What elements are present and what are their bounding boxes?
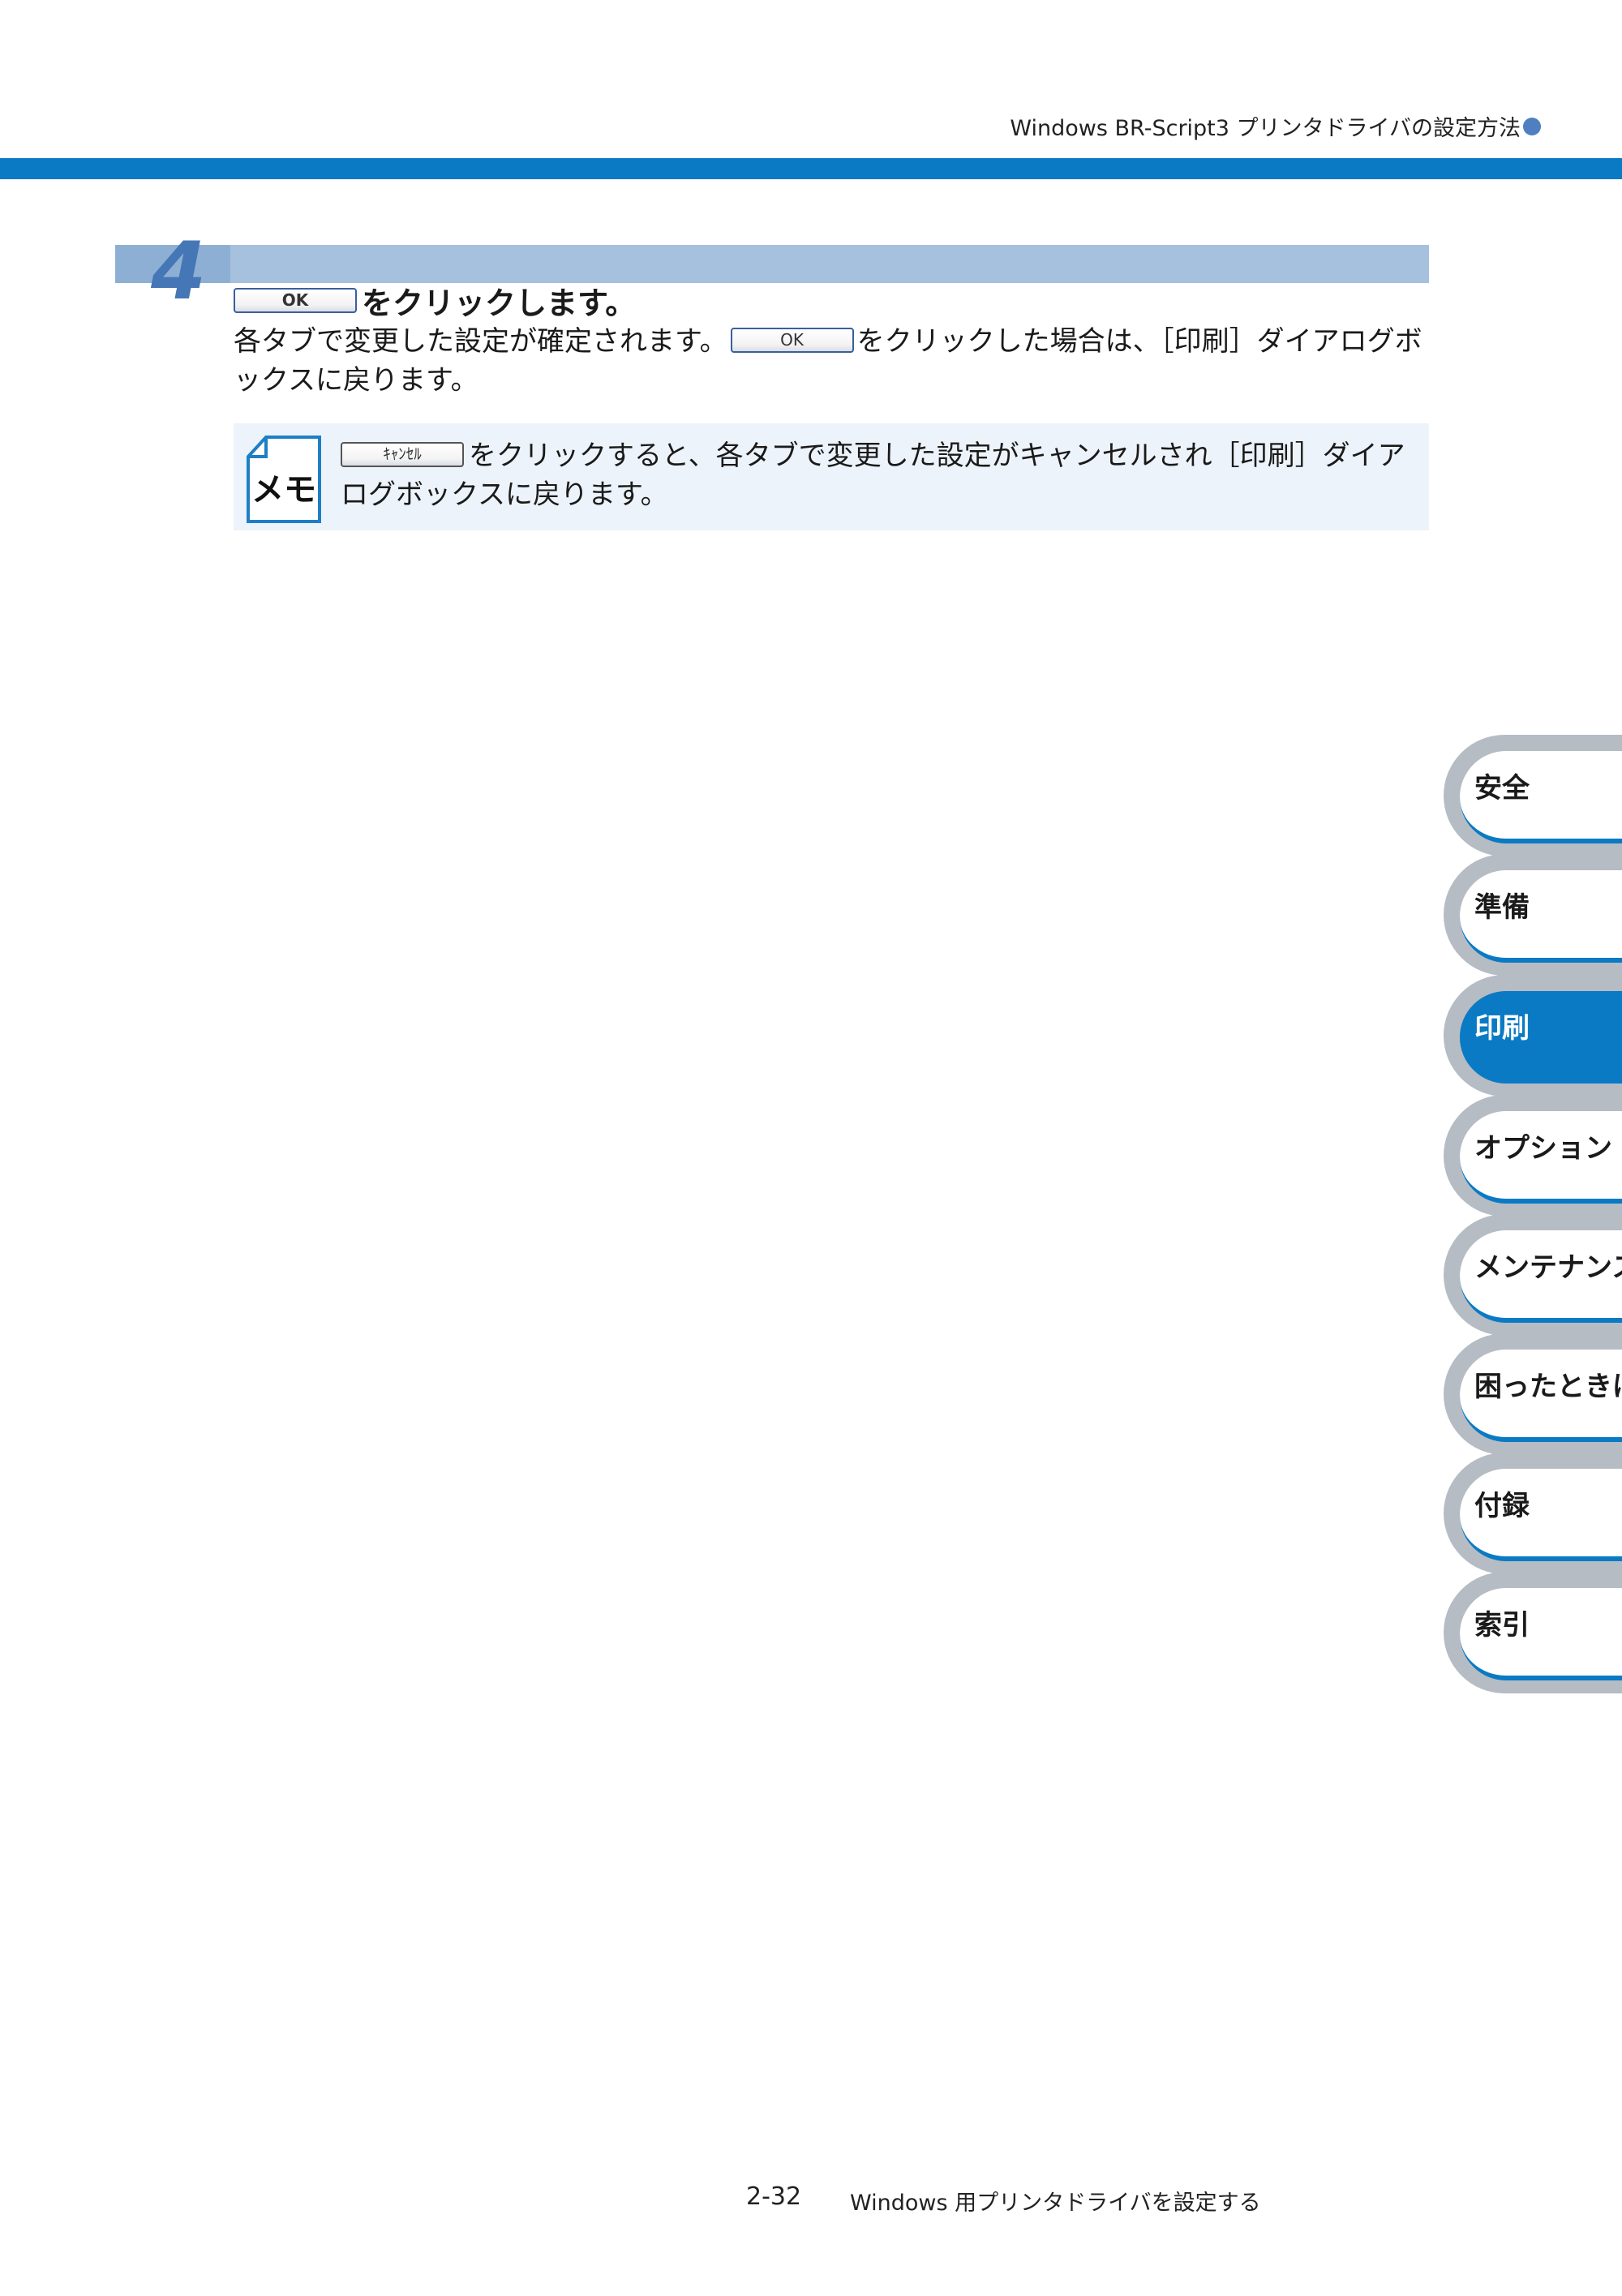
step-body: 各タブで変更した設定が確定されます。 OK をクリックした場合は、［印刷］ダイアログ… (234, 322, 1434, 400)
side-tab-safety[interactable]: 安全 (1444, 735, 1622, 856)
footer-page-number: 2-32 (746, 2182, 802, 2211)
side-tab-print[interactable]: 印刷 (1444, 975, 1622, 1097)
step-body-part1: 各タブで変更した設定が確定されます。 (234, 325, 727, 358)
side-tab-label: オプション (1474, 1132, 1612, 1165)
side-tab-troubleshooting[interactable]: 困ったときは (1444, 1333, 1622, 1455)
step-band (115, 245, 1429, 283)
side-tab-options[interactable]: オプション (1444, 1095, 1622, 1217)
footer-title: Windows 用プリンタドライバを設定する (850, 2191, 1261, 2216)
running-header: Windows BR-Script3 プリンタドライバの設定方法 (1010, 110, 1541, 142)
side-tab-label: 安全 (1474, 772, 1530, 805)
side-tab-setup[interactable]: 準備 (1444, 854, 1622, 976)
cancel-button-image: ｷｬﾝｾﾙ (341, 442, 464, 467)
memo-icon: メモ (247, 436, 321, 523)
side-tab-label: 困ったときは (1474, 1371, 1622, 1403)
side-tab-label: メンテナンス (1474, 1251, 1622, 1284)
side-tab-label: 索引 (1474, 1609, 1530, 1642)
side-tab-maintenance[interactable]: メンテナンス (1444, 1214, 1622, 1336)
step-title: OK をクリックします。 (234, 278, 636, 323)
side-tab-label: 印刷 (1474, 1012, 1530, 1045)
side-tab-label: 準備 (1474, 891, 1530, 924)
header-bar (0, 158, 1622, 179)
side-tab-index[interactable]: 索引 (1444, 1572, 1622, 1693)
memo-text: ｷｬﾝｾﾙ をクリックすると、各タブで変更した設定がキャンセルされ［印刷］ダイアロ… (341, 436, 1431, 514)
header-dot-icon (1523, 117, 1541, 135)
memo-text-body: をクリックすると、各タブで変更した設定がキャンセルされ［印刷］ダイアログボックス… (341, 440, 1405, 511)
side-tab-label: 付録 (1474, 1490, 1530, 1522)
side-tab-appendix[interactable]: 付録 (1444, 1453, 1622, 1574)
step-number: 4 (151, 225, 207, 318)
memo-icon-label: メモ (251, 471, 316, 509)
ok-button-image: OK (234, 288, 357, 313)
step-title-text: をクリックします。 (362, 285, 637, 321)
header-title: Windows BR-Script3 プリンタドライバの設定方法 (1010, 116, 1521, 141)
ok-button-image-inline: OK (730, 328, 854, 353)
